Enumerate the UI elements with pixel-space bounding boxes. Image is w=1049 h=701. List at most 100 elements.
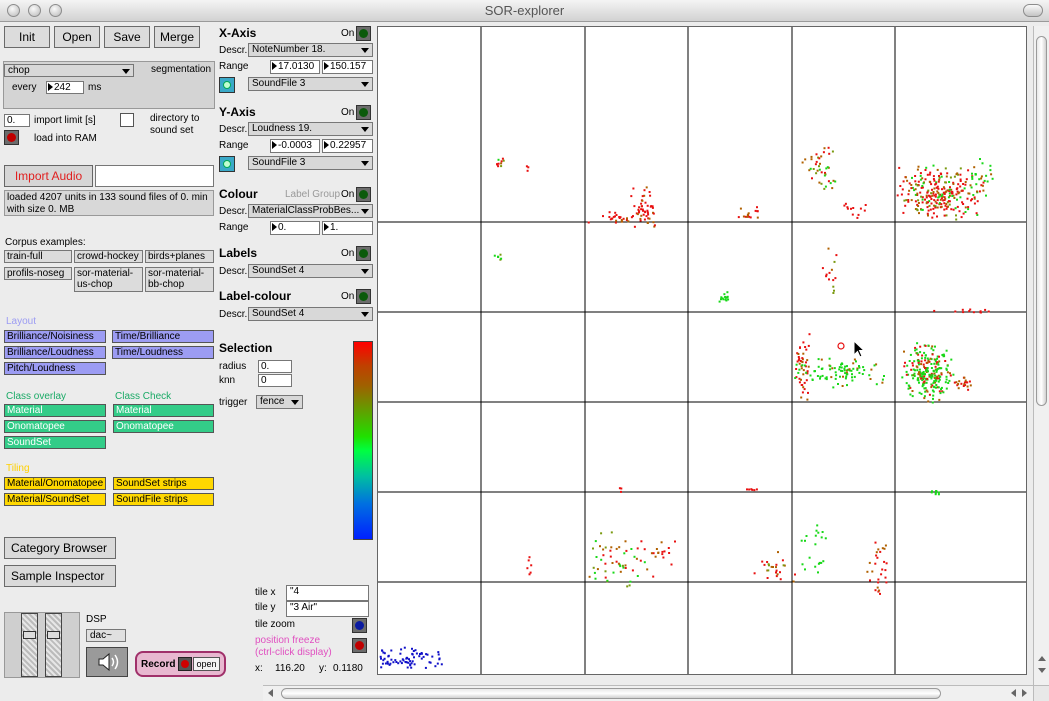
scatter-point <box>814 534 817 537</box>
scroll-left-arrow-icon[interactable] <box>1011 689 1016 697</box>
yaxis-on-toggle[interactable] <box>356 105 371 120</box>
open-button[interactable]: Open <box>54 26 100 48</box>
import-path-field[interactable] <box>95 165 214 187</box>
resize-grip-icon[interactable] <box>1033 685 1049 701</box>
tiling-material-soundset[interactable]: Material/SoundSet <box>4 493 106 506</box>
knn-input[interactable]: 0 <box>258 374 292 387</box>
category-browser-button[interactable]: Category Browser <box>4 537 116 559</box>
gain-slider-right-knob[interactable] <box>47 631 60 639</box>
xaxis-file-sync-button[interactable] <box>219 77 235 93</box>
corpus-sor-material-bb-chop[interactable]: sor-material- bb-chop <box>145 267 214 292</box>
scatter-point <box>821 267 824 270</box>
class-overlay-material[interactable]: Material <box>4 404 106 417</box>
corpus-profils-noseg[interactable]: profils-noseg <box>4 267 72 280</box>
class-overlay-onomatopee[interactable]: Onomatopee <box>4 420 106 433</box>
horizontal-scrollbar[interactable] <box>263 685 1033 701</box>
scatter-point <box>910 368 913 371</box>
corpus-crowd-hockey[interactable]: crowd-hockey <box>74 250 143 263</box>
scatter-point <box>823 187 826 190</box>
import-limit-input[interactable]: 0. <box>4 114 30 127</box>
import-audio-button[interactable]: Import Audio <box>4 165 93 187</box>
init-button[interactable]: Init <box>4 26 50 48</box>
save-button[interactable]: Save <box>104 26 150 48</box>
gain-slider-left[interactable] <box>21 613 38 677</box>
scatter-point <box>972 194 975 196</box>
record-panel: Record open <box>135 651 226 677</box>
segmentation-method-menu[interactable]: chop <box>4 64 134 77</box>
scatter-point <box>841 370 844 372</box>
layout-pitch-loudness[interactable]: Pitch/Loudness <box>4 362 106 375</box>
scatter-point <box>924 344 927 347</box>
every-ms-input[interactable]: 242 <box>46 81 84 94</box>
load-into-ram-toggle[interactable] <box>4 130 19 145</box>
colour-on-toggle[interactable] <box>356 187 371 202</box>
colour-descr-menu[interactable]: MaterialClassProbBes... <box>248 204 373 218</box>
class-overlay-soundset[interactable]: SoundSet <box>4 436 106 449</box>
directory-to-sound-set-checkbox[interactable] <box>120 113 134 127</box>
colour-range-max[interactable]: 1. <box>322 221 373 235</box>
label-colour-on-toggle[interactable] <box>356 289 371 304</box>
labels-descr-menu[interactable]: SoundSet 4 <box>248 264 373 278</box>
speaker-button[interactable] <box>86 647 128 677</box>
xaxis-descr-menu[interactable]: NoteNumber 18. <box>248 43 373 57</box>
yaxis-range-min[interactable]: -0.0003 <box>270 139 320 153</box>
label-colour-descr-menu[interactable]: SoundSet 4 <box>248 307 373 321</box>
position-freeze-toggle[interactable] <box>352 638 367 653</box>
yaxis-range-max[interactable]: 0.22957 <box>322 139 373 153</box>
tiling-material-onomatopee[interactable]: Material/Onomatopee <box>4 477 106 490</box>
scatter-point <box>930 192 933 195</box>
scroll-up-arrow-icon[interactable] <box>1038 656 1046 661</box>
tiling-soundfile-strips[interactable]: SoundFile strips <box>113 493 214 506</box>
scatter-point <box>914 180 917 183</box>
toolbar-toggle-button[interactable] <box>1023 4 1043 17</box>
merge-button[interactable]: Merge <box>154 26 200 48</box>
scatter-point <box>820 358 823 361</box>
scatter-point <box>846 373 849 376</box>
xaxis-range-max[interactable]: 150.157 <box>322 60 373 74</box>
gain-slider-right[interactable] <box>45 613 62 677</box>
xaxis-on-toggle[interactable] <box>356 26 371 41</box>
corpus-train-full[interactable]: train-full <box>4 250 72 263</box>
tiling-soundset-strips[interactable]: SoundSet strips <box>113 477 214 490</box>
scroll-right-arrow-icon[interactable] <box>1022 689 1027 697</box>
scroll-left-arrow-icon[interactable] <box>268 689 273 697</box>
scatter-point <box>915 183 917 186</box>
radius-input[interactable]: 0. <box>258 360 292 373</box>
layout-brilliance-loudness[interactable]: Brilliance/Loudness <box>4 346 106 359</box>
layout-time-brilliance[interactable]: Time/Brilliance <box>112 330 214 343</box>
layout-time-loudness[interactable]: Time/Loudness <box>112 346 214 359</box>
dac-object[interactable]: dac~ <box>86 629 126 642</box>
corpus-birds-planes[interactable]: birds+planes <box>145 250 214 263</box>
yaxis-file-sync-button[interactable] <box>219 156 235 172</box>
scatter-point <box>936 185 939 188</box>
class-check-onomatopee[interactable]: Onomatopee <box>113 420 214 433</box>
tile-x-field[interactable]: "4 <box>286 585 369 601</box>
trigger-menu[interactable]: fence <box>256 395 303 409</box>
sample-inspector-button[interactable]: Sample Inspector <box>4 565 116 587</box>
scatter-point <box>968 192 971 195</box>
scatter-point <box>630 548 633 550</box>
scroll-down-arrow-icon[interactable] <box>1038 668 1046 673</box>
xaxis-soundfile-menu[interactable]: SoundFile 3 <box>248 77 373 91</box>
vertical-scroll-thumb[interactable] <box>1036 36 1047 406</box>
tile-zoom-toggle[interactable] <box>352 618 367 633</box>
scatter-point <box>956 172 959 175</box>
class-check-material[interactable]: Material <box>113 404 214 417</box>
labels-on-toggle[interactable] <box>356 246 371 261</box>
record-toggle[interactable] <box>178 657 192 671</box>
vertical-scrollbar[interactable] <box>1033 26 1049 686</box>
scatter-plot-area[interactable] <box>371 26 1027 675</box>
yaxis-soundfile-menu[interactable]: SoundFile 3 <box>248 156 373 170</box>
colour-range-min[interactable]: 0. <box>270 221 320 235</box>
record-open-button[interactable]: open <box>193 657 220 671</box>
scatter-point <box>639 217 642 220</box>
scatter-point <box>828 271 831 274</box>
gain-slider-left-knob[interactable] <box>23 631 36 639</box>
yaxis-descr-menu[interactable]: Loudness 19. <box>248 122 373 136</box>
xaxis-range-min[interactable]: 17.0130 <box>270 60 320 74</box>
sync-icon <box>223 81 231 89</box>
horizontal-scroll-thumb[interactable] <box>281 688 941 699</box>
layout-brilliance-noisiness[interactable]: Brilliance/Noisiness <box>4 330 106 343</box>
corpus-sor-material-us-chop[interactable]: sor-material- us-chop <box>74 267 143 292</box>
tile-y-field[interactable]: "3 Air" <box>286 601 369 617</box>
